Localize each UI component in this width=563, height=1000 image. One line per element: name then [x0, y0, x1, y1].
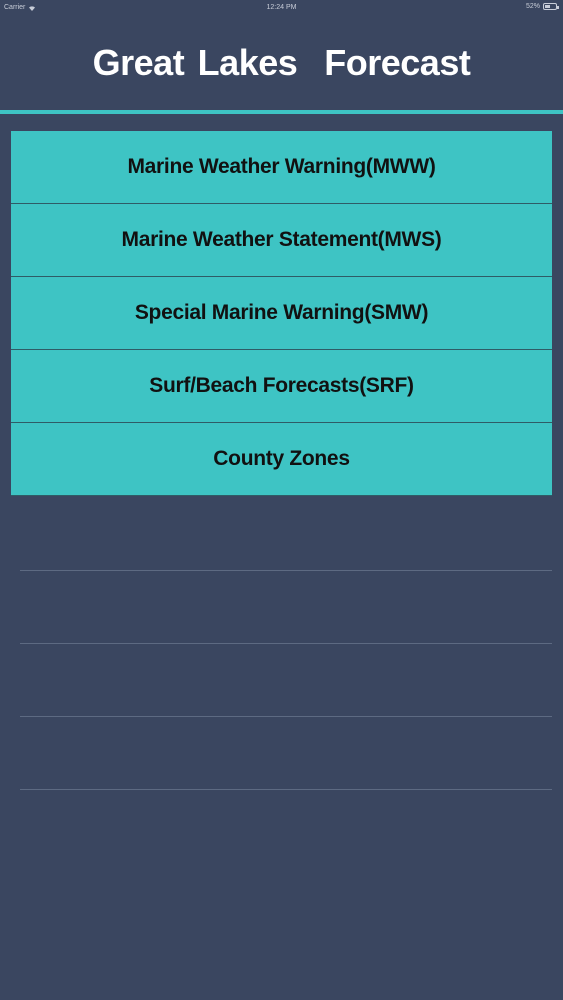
- empty-row-separator: [20, 570, 552, 571]
- menu-item-label: Marine Weather Warning(MWW): [127, 155, 436, 178]
- empty-row-separator: [20, 643, 552, 644]
- forecast-menu: Marine Weather Warning(MWW) Marine Weath…: [11, 131, 552, 496]
- menu-item-label: Special Marine Warning(SMW): [134, 301, 429, 324]
- menu-item-county-zones[interactable]: County Zones: [11, 423, 552, 496]
- battery-icon: [543, 3, 559, 10]
- menu-item-label: County Zones: [213, 447, 350, 470]
- status-bar: Carrier 12:24 PM 52%: [0, 0, 563, 16]
- empty-row-separator: [20, 789, 552, 790]
- menu-item-label: Surf/Beach Forecasts(SRF): [149, 374, 414, 397]
- battery-percent: 52%: [525, 3, 540, 10]
- menu-item-mws[interactable]: Marine Weather Statement(MWS): [11, 204, 552, 277]
- header-divider: [0, 110, 563, 114]
- empty-row-separator: [20, 716, 552, 717]
- status-time: 12:24 PM: [266, 4, 297, 11]
- app-header: Great Lakes Forecast: [0, 16, 563, 110]
- menu-item-label: Marine Weather Statement(MWS): [121, 228, 442, 251]
- menu-item-srf[interactable]: Surf/Beach Forecasts(SRF): [11, 350, 552, 423]
- page-title: Great Lakes Forecast: [92, 42, 471, 83]
- battery-indicator: 52%: [525, 3, 559, 10]
- menu-item-mww[interactable]: Marine Weather Warning(MWW): [11, 131, 552, 204]
- menu-item-smw[interactable]: Special Marine Warning(SMW): [11, 277, 552, 350]
